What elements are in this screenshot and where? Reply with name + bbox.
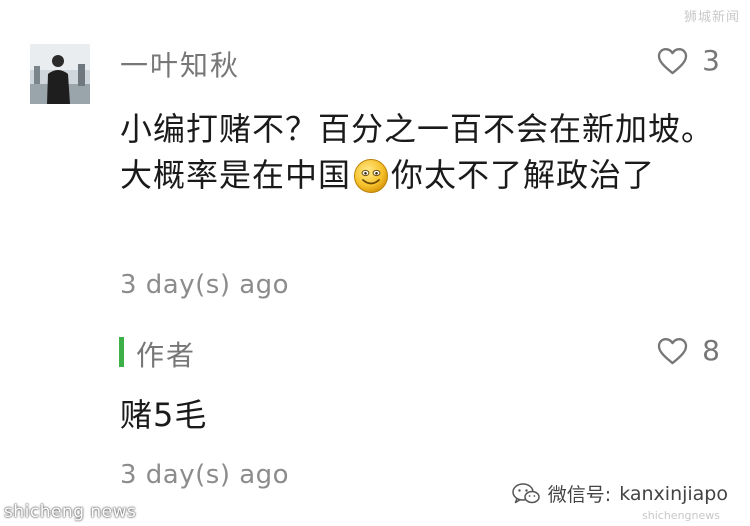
watermark-top: 狮城新闻 xyxy=(683,10,740,25)
heart-outline-icon xyxy=(657,47,688,74)
watermark-wechat-id: 微信号: kanxinjiapo xyxy=(512,480,728,507)
wechat-icon xyxy=(512,482,540,503)
author-reply-indicator xyxy=(119,337,124,367)
reply-author-label: 作者 xyxy=(136,339,197,372)
reply-text: 赌5毛 xyxy=(120,396,208,434)
watermark-bottom-left: shicheng news xyxy=(4,502,137,522)
watermark-sub: shichengnews xyxy=(642,509,720,522)
comment-username[interactable]: 一叶知秋 xyxy=(120,44,240,84)
comment-like-button[interactable]: 3 xyxy=(657,44,720,77)
smile-emoji-icon xyxy=(354,159,389,193)
reply-like-button[interactable]: 8 xyxy=(657,334,720,367)
heart-outline-icon xyxy=(657,337,688,364)
reply-timestamp: 3 day(s) ago xyxy=(120,460,290,490)
comment-timestamp: 3 day(s) ago xyxy=(120,270,290,300)
avatar-photo xyxy=(30,44,90,104)
reply-like-count: 8 xyxy=(702,334,720,367)
watermark-wechat-account: kanxinjiapo xyxy=(619,482,728,505)
watermark-wechat-prefix: 微信号: xyxy=(547,484,612,506)
avatar[interactable] xyxy=(30,44,90,104)
comment-text-part2: 你太不了解政治了 xyxy=(391,156,656,194)
comment-like-count: 3 xyxy=(702,44,720,77)
comment-text: 小编打赌不？百分之一百不会在新加坡。大概率是在中国 你太不了解政治了 xyxy=(120,106,720,198)
